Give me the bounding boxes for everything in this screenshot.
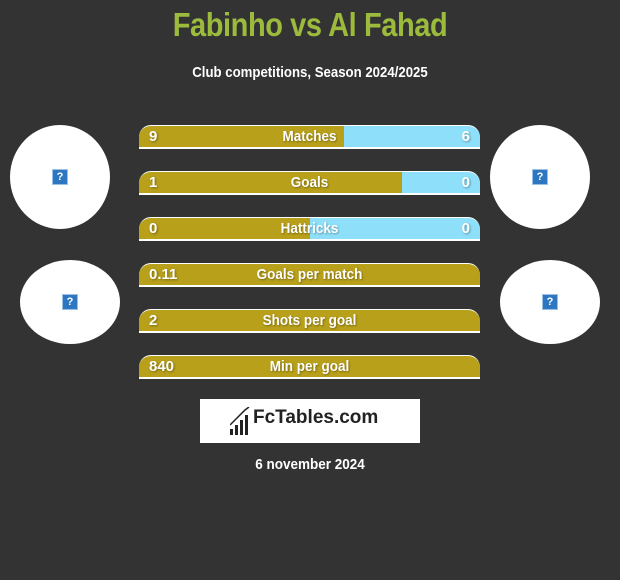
page-title: Fabinho vs Al Fahad [172, 6, 448, 43]
left-club-logo: ? [20, 260, 120, 344]
stat-label: Matches [282, 128, 337, 145]
missing-image-icon: ? [532, 169, 548, 185]
missing-image-icon: ? [542, 294, 558, 310]
right-value: 0 [461, 220, 470, 237]
date-label: 6 november 2024 [255, 456, 365, 473]
stat-label: Min per goal [269, 358, 350, 375]
fctables-logo[interactable]: FcTables.com [200, 399, 420, 443]
right-value: 6 [461, 128, 470, 145]
stat-label: Hattricks [280, 220, 339, 237]
stat-row-min-per-goal: 840 Min per goal [139, 355, 480, 379]
right-player-avatar: ? [490, 125, 590, 229]
stat-row-goals-per-match: 0.11 Goals per match [139, 263, 480, 287]
left-player-avatar: ? [10, 125, 110, 229]
logo-text: FcTables.com [253, 407, 379, 428]
stat-label: Goals [290, 174, 329, 191]
stat-label: Shots per goal [262, 312, 357, 329]
missing-image-icon: ? [62, 294, 78, 310]
right-club-logo: ? [500, 260, 600, 344]
right-value: 0 [461, 174, 470, 191]
stat-row-shots-per-goal: 2 Shots per goal [139, 309, 480, 333]
stat-row-goals: 1 Goals 0 [139, 171, 480, 195]
stat-row-matches: 9 Matches 6 [139, 125, 480, 149]
page-subtitle: Club competitions, Season 2024/2025 [192, 64, 428, 81]
missing-image-icon: ? [52, 169, 68, 185]
stat-label: Goals per match [256, 266, 363, 283]
bar-chart-icon [230, 407, 250, 435]
stat-row-hattricks: 0 Hattricks 0 [139, 217, 480, 241]
